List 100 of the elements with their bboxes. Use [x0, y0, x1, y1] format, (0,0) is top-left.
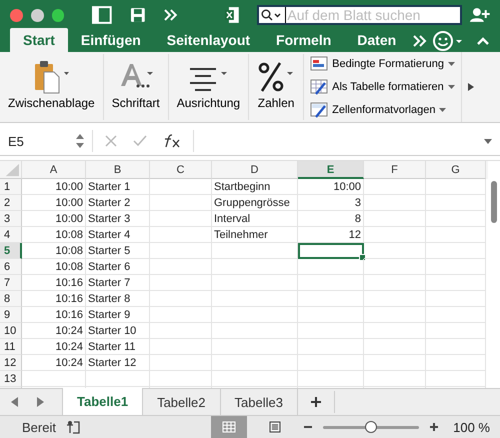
macro-recorder-icon[interactable] — [66, 420, 82, 434]
zoom-in-icon[interactable] — [429, 422, 440, 432]
dropdown-arrow-icon — [439, 108, 446, 112]
ribbon-button[interactable]: Schriftart — [104, 54, 169, 120]
ribbon-button[interactable]: Ausrichtung — [168, 54, 250, 120]
smiley-icon[interactable] — [432, 30, 464, 52]
ribbon-tab[interactable]: Start — [10, 28, 68, 52]
empty-cell — [426, 291, 486, 307]
add-person-icon[interactable] — [470, 7, 490, 23]
column-header[interactable]: F — [364, 161, 426, 179]
empty-cell — [364, 291, 426, 307]
table-cell: Startbeginn — [212, 179, 298, 195]
row-header[interactable]: 8 — [0, 291, 22, 307]
empty-cell — [150, 291, 212, 307]
table-cell: 12 — [298, 227, 364, 243]
empty-cell — [298, 323, 364, 339]
row-header[interactable]: 4 — [0, 227, 22, 243]
ribbon-button[interactable]: Zahlen — [249, 54, 304, 120]
zoom-out-icon[interactable] — [303, 425, 314, 429]
row-header[interactable]: 12 — [0, 355, 22, 371]
empty-cell — [426, 195, 486, 211]
spreadsheet-icon — [224, 6, 240, 24]
table-cell: Starter 10 — [86, 323, 150, 339]
row-header[interactable]: 10 — [0, 323, 22, 339]
row-header[interactable]: 11 — [0, 339, 22, 355]
empty-cell — [298, 259, 364, 275]
column-header[interactable]: B — [86, 161, 150, 179]
empty-cell — [298, 307, 364, 323]
empty-cell — [150, 307, 212, 323]
ribbon-command[interactable]: Als Tabelle formatieren — [310, 78, 456, 96]
ribbon-command[interactable]: Zellenformatvorlagen — [310, 101, 456, 120]
row-header[interactable]: 13 — [0, 371, 22, 387]
row-header[interactable]: 7 — [0, 275, 22, 291]
next-sheet-icon[interactable] — [35, 397, 45, 407]
name-box[interactable]: E5 — [8, 134, 68, 148]
collapse-icon[interactable] — [476, 36, 490, 46]
grid-icon — [222, 421, 236, 433]
scrollbar-thumb[interactable] — [491, 181, 497, 223]
table-cell: 10:08 — [22, 243, 86, 259]
scroll-right-icon[interactable] — [468, 83, 474, 91]
stepper-icon[interactable] — [76, 133, 84, 149]
table-cell: Starter 7 — [86, 275, 150, 291]
zoom-slider-thumb[interactable] — [365, 421, 378, 433]
table-cell: Interval — [212, 211, 298, 227]
empty-cell — [364, 323, 426, 339]
dropdown-arrow-icon — [448, 62, 456, 66]
table-cell: 10:08 — [22, 227, 86, 243]
zoom-level: 100 % — [453, 420, 491, 434]
previous-sheet-icon[interactable] — [10, 397, 20, 407]
sheet-tab[interactable]: Tabelle1 — [62, 388, 144, 415]
more-icon[interactable] — [413, 35, 428, 47]
row-header[interactable]: 3 — [0, 211, 22, 227]
table-cell: Starter 3 — [86, 211, 150, 227]
function-icon[interactable] — [163, 134, 181, 148]
save-icon[interactable] — [130, 7, 146, 23]
zoom-button[interactable] — [52, 8, 64, 22]
empty-cell — [298, 355, 364, 371]
more-icon[interactable] — [164, 9, 178, 21]
ribbon-tab[interactable]: Einfügen — [68, 28, 154, 52]
empty-cell — [426, 243, 486, 259]
empty-cell — [426, 227, 486, 243]
selected-cell[interactable] — [298, 243, 364, 259]
empty-cell — [150, 339, 212, 355]
row-header[interactable]: 6 — [0, 259, 22, 275]
empty-cell — [426, 355, 486, 371]
row-header[interactable]: 9 — [0, 307, 22, 323]
ribbon-tab[interactable]: Formeln — [263, 28, 344, 52]
sidebar-icon[interactable] — [92, 6, 112, 24]
table-cell: 10:24 — [22, 323, 86, 339]
row-header[interactable]: 2 — [0, 195, 22, 211]
table-cell: 3 — [298, 195, 364, 211]
column-header[interactable]: A — [22, 161, 86, 179]
table-cell: 10:24 — [22, 339, 86, 355]
ribbon-tab[interactable]: Seitenlayout — [154, 28, 264, 52]
ribbon-button[interactable]: Zwischenablage — [0, 54, 104, 120]
column-header[interactable]: C — [150, 161, 212, 179]
table-cell: 8 — [298, 211, 364, 227]
row-header[interactable]: 1 — [0, 179, 22, 195]
table-cell: Gruppengrösse — [212, 195, 298, 211]
page-icon — [269, 421, 282, 433]
minimize-button[interactable] — [30, 8, 44, 22]
column-header[interactable]: E — [298, 161, 364, 179]
ribbon-tab[interactable]: Daten — [344, 28, 410, 52]
ribbon-command[interactable]: Bedingte Formatierung — [310, 54, 456, 73]
empty-cell — [364, 211, 426, 227]
table-cell: Starter 12 — [86, 355, 150, 371]
empty-cell — [364, 275, 426, 291]
search-field[interactable]: Auf dem Blatt suchen — [257, 5, 462, 25]
empty-cell — [426, 275, 486, 291]
cell-style-brush-icon — [310, 102, 328, 118]
clipboard-icon — [33, 60, 70, 94]
empty-cell — [150, 227, 212, 243]
empty-cell — [150, 211, 212, 227]
column-header[interactable]: G — [426, 161, 486, 179]
empty-cell — [150, 323, 212, 339]
normal-view-button[interactable] — [211, 416, 248, 438]
expand-icon[interactable] — [484, 138, 492, 144]
empty-cell — [364, 227, 426, 243]
empty-cell — [426, 259, 486, 275]
row-header[interactable]: 5 — [0, 243, 22, 259]
